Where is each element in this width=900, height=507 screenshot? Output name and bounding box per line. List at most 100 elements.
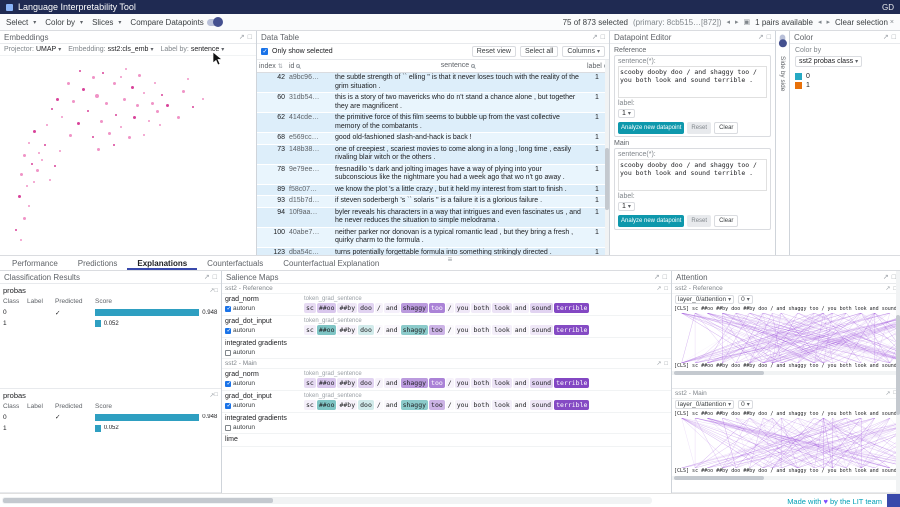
salience-token[interactable]: ##by xyxy=(337,400,357,410)
salience-token[interactable]: / xyxy=(446,325,454,335)
embedding-point[interactable] xyxy=(44,144,46,146)
autorun-control[interactable]: autorun xyxy=(225,327,299,334)
side-by-side-toggle[interactable] xyxy=(780,35,786,47)
embedding-point[interactable] xyxy=(23,217,26,220)
salience-token[interactable]: / xyxy=(446,400,454,410)
salience-token[interactable]: ##oo xyxy=(317,378,337,388)
salience-token[interactable]: and xyxy=(513,378,529,388)
popout-icon[interactable]: ↗ xyxy=(239,33,245,41)
only-show-selected-checkbox[interactable] xyxy=(261,48,268,55)
salience-token[interactable]: sound xyxy=(530,303,554,313)
salience-token[interactable]: ##oo xyxy=(317,400,337,410)
embedding-point[interactable] xyxy=(41,159,43,161)
salience-token[interactable]: doo xyxy=(358,325,374,335)
embedding-point[interactable] xyxy=(46,124,48,126)
salience-token[interactable]: sound xyxy=(530,325,554,335)
autorun-control[interactable]: autorun xyxy=(225,424,299,431)
salience-token[interactable]: ##oo xyxy=(317,303,337,313)
embedding-point[interactable] xyxy=(113,144,115,146)
table-row[interactable]: 42a9bc96…the subtle strength of `` ellin… xyxy=(257,73,609,93)
salience-token[interactable]: sc xyxy=(304,325,316,335)
popout-icon[interactable]: ↗ xyxy=(654,273,660,281)
autorun-control[interactable]: autorun xyxy=(225,349,299,356)
user-avatar[interactable]: GD xyxy=(882,3,894,12)
salience-token[interactable]: and xyxy=(384,400,400,410)
embedding-point[interactable] xyxy=(72,100,75,103)
checkbox-icon[interactable] xyxy=(225,350,231,356)
random-datapoint-icon[interactable]: ▣ xyxy=(744,18,751,26)
embedding-point[interactable] xyxy=(115,114,117,116)
reset-button[interactable]: Reset xyxy=(687,122,711,134)
search-icon[interactable] xyxy=(296,64,300,68)
embedding-point[interactable] xyxy=(51,108,53,110)
table-row[interactable]: 123dba54c…turns potentially forgettable … xyxy=(257,248,609,256)
salience-token[interactable]: sc xyxy=(304,303,316,313)
salience-token[interactable]: and xyxy=(384,325,400,335)
table-row[interactable]: 62414cde…the primitive force of this fil… xyxy=(257,113,609,133)
salience-token[interactable]: sound xyxy=(530,400,554,410)
embedding-point[interactable] xyxy=(133,116,136,119)
salience-token[interactable]: / xyxy=(446,303,454,313)
slices-menu[interactable]: Slices▾ xyxy=(92,18,121,27)
salience-token[interactable]: doo xyxy=(358,400,374,410)
sentence-input[interactable]: scooby dooby doo / and shaggy too / you … xyxy=(618,159,767,191)
salience-token[interactable]: both xyxy=(471,400,491,410)
salience-token[interactable]: you xyxy=(455,400,471,410)
table-row[interactable]: 6031db54…this is a story of two maverick… xyxy=(257,93,609,113)
embedding-point[interactable] xyxy=(120,76,122,78)
select-menu[interactable]: Select▾ xyxy=(6,18,36,27)
vertical-scrollbar[interactable] xyxy=(896,271,900,493)
popout-icon[interactable]: ↗ xyxy=(885,390,890,397)
embedding-point[interactable] xyxy=(151,102,154,105)
embedding-point[interactable] xyxy=(143,134,145,136)
embedding-point[interactable] xyxy=(125,68,127,70)
embedding-point[interactable] xyxy=(154,82,156,84)
clear-button[interactable]: Clear xyxy=(714,122,738,134)
salience-token[interactable]: too xyxy=(429,303,445,313)
embedding-point[interactable] xyxy=(28,142,30,144)
embedding-point[interactable] xyxy=(105,102,108,105)
table-row[interactable]: 9410f9aa…byler reveals his characters in… xyxy=(257,208,609,228)
attention-visualization[interactable]: [CLS] sc ##oo ##by doo ##by doo / and sh… xyxy=(672,410,900,480)
reset-view-button[interactable]: Reset view xyxy=(472,46,516,57)
popout-icon[interactable]: ↗ xyxy=(883,33,889,41)
embedding-point[interactable] xyxy=(33,181,35,183)
clear-selection-button[interactable]: Clear selection× xyxy=(835,18,894,27)
popout-icon[interactable]: ↗ xyxy=(592,33,598,41)
salience-token[interactable]: ##oo xyxy=(317,325,337,335)
embedding-point[interactable] xyxy=(113,82,116,85)
embedding-point[interactable] xyxy=(166,104,169,107)
tab-explanations[interactable]: Explanations xyxy=(127,256,197,270)
embedding-point[interactable] xyxy=(138,74,141,77)
popout-icon[interactable]: ↗ xyxy=(656,285,661,292)
embedding-point[interactable] xyxy=(82,88,85,91)
color-by-menu[interactable]: Color by▾ xyxy=(45,18,83,27)
attention-visualization[interactable]: [CLS] sc ##oo ##by doo ##by doo / and sh… xyxy=(672,305,900,375)
embedding-point[interactable] xyxy=(59,150,61,152)
embedding-point[interactable] xyxy=(128,136,131,139)
salience-token[interactable]: terrible xyxy=(554,303,589,313)
salience-token[interactable]: sound xyxy=(530,378,554,388)
salience-token[interactable]: doo xyxy=(358,378,374,388)
layer-select[interactable]: layer_0/attention▾ xyxy=(675,295,734,304)
salience-token[interactable]: ##by xyxy=(337,378,357,388)
embedding-point[interactable] xyxy=(123,98,126,101)
columns-button[interactable]: Columns▾ xyxy=(562,46,605,57)
popout-icon[interactable]: ↗ xyxy=(656,360,661,367)
tab-counterfactuals[interactable]: Counterfactuals xyxy=(197,256,273,270)
salience-token[interactable]: you xyxy=(455,378,471,388)
clear-button[interactable]: Clear xyxy=(714,215,738,227)
maximize-icon[interactable]: □ xyxy=(601,34,605,41)
table-row[interactable]: 789e79ee…fresnadillo 's dark and jolting… xyxy=(257,165,609,185)
embedding-point[interactable] xyxy=(92,76,95,79)
embedding-point[interactable] xyxy=(36,169,39,172)
salience-token[interactable]: / xyxy=(375,303,383,313)
embedding-point[interactable] xyxy=(31,163,33,165)
maximize-icon[interactable]: □ xyxy=(663,274,667,281)
embedding-point[interactable] xyxy=(54,165,56,167)
salience-token[interactable]: shaggy xyxy=(401,400,428,410)
maximize-icon[interactable]: □ xyxy=(248,34,252,41)
checkbox-icon[interactable] xyxy=(225,425,231,431)
search-icon[interactable] xyxy=(471,64,475,68)
salience-token[interactable]: shaggy xyxy=(401,303,428,313)
